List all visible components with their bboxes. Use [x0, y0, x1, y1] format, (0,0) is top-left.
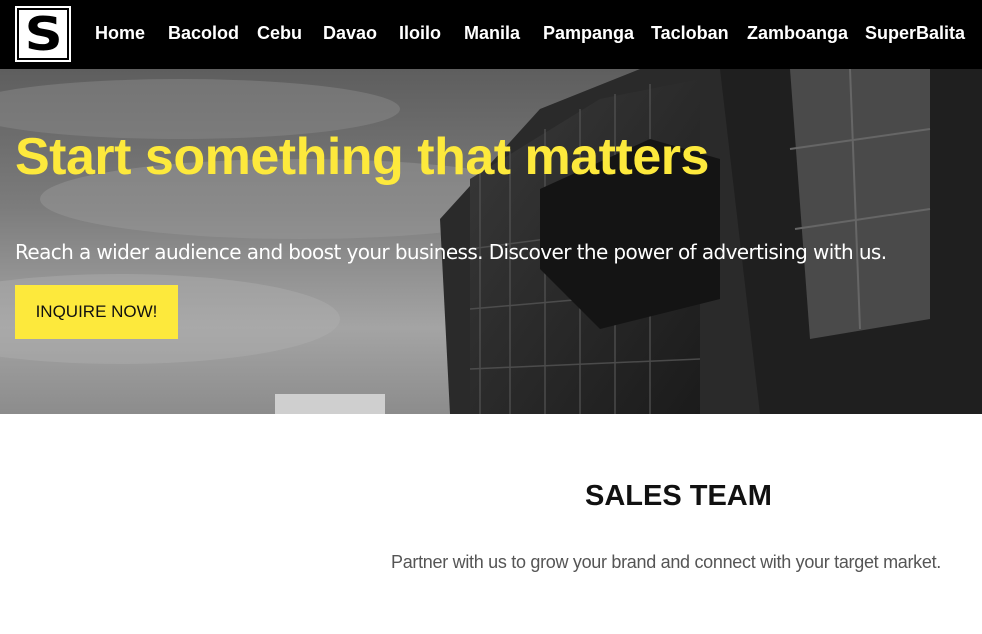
sales-team-description: Partner with us to grow your brand and c… — [391, 552, 941, 572]
hero-banner: Start something that matters Reach a wid… — [0, 69, 982, 414]
hero-headline: Start something that matters — [15, 128, 709, 186]
nav-link-pampanga[interactable]: Pampanga — [543, 22, 634, 44]
nav-link-cebu[interactable]: Cebu — [257, 22, 302, 44]
nav-link-zamboanga[interactable]: Zamboanga — [747, 22, 848, 44]
nav-link-manila[interactable]: Manila — [464, 22, 520, 44]
nav-link-bacolod[interactable]: Bacolod — [168, 22, 239, 44]
inquire-now-button[interactable]: INQUIRE NOW! — [15, 285, 178, 339]
nav-link-home[interactable]: Home — [95, 22, 145, 44]
nav-link-davao[interactable]: Davao — [323, 22, 377, 44]
sales-team-heading: SALES TEAM — [585, 480, 772, 512]
nav-link-tacloban[interactable]: Tacloban — [651, 22, 729, 44]
hero-subheadline: Reach a wider audience and boost your bu… — [15, 240, 887, 264]
nav-links: Home Bacolod Cebu Davao Iloilo Manila Pa… — [0, 0, 982, 69]
nav-link-superbalita[interactable]: SuperBalita — [865, 22, 965, 44]
top-navigation-bar: S Home Bacolod Cebu Davao Iloilo Manila … — [0, 0, 982, 69]
nav-link-iloilo[interactable]: Iloilo — [399, 22, 441, 44]
